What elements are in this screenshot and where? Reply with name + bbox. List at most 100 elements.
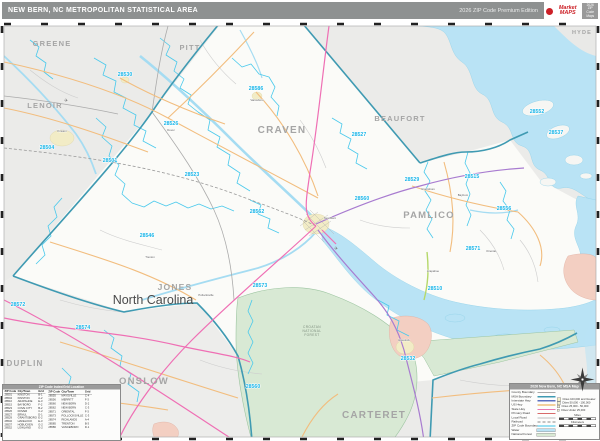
zip-code-label: 28552: [530, 109, 545, 115]
zip-code-label: 28510: [428, 286, 443, 292]
island-layer-shape: [564, 154, 584, 166]
legend-item-label: Railroad: [511, 420, 523, 424]
county-label-beaufort: BEAUFORT: [374, 114, 425, 123]
county-label-hyde: HYDE: [572, 30, 592, 36]
legend-items: County Boundary MSA Boundary Interstate Hw…: [510, 390, 557, 438]
zip-code-label: 28586: [249, 86, 264, 92]
zip-index-cell: POLLOCKSVILLE: [61, 414, 84, 418]
forest-label-line3: FOREST: [304, 333, 319, 337]
zip-code-label: 28501: [103, 158, 118, 164]
legend-right-column: Cities 100,000 and Greater Cities 50,000 …: [557, 390, 599, 438]
zip-code-label: 28546: [140, 233, 155, 239]
zip-index-cell: LOWLAND: [17, 426, 31, 430]
zip-index-row: 28552 LOWLAND G-2: [5, 427, 46, 430]
zip-index-table-left: ZIP Code City/Town Grid 28501 KINSTON B-1 2850…: [4, 390, 46, 430]
city-class-label: Cities 25,000 - 50,000: [561, 405, 589, 409]
county-label-lenoir: LENOIR: [27, 101, 63, 110]
legend-item-label: Interstate Hwy: [511, 399, 531, 403]
zip-index-row: 28573 POLLOCKSVILLE C-3: [48, 414, 92, 418]
legend-item-swatch: [537, 400, 556, 402]
county-label-jones: JONES: [158, 282, 193, 292]
legend-item-label: National Forest: [511, 433, 532, 437]
zip-index-row: 28586 VANCEBORO D-1: [48, 426, 92, 430]
zip-index-cell: G-2: [38, 426, 43, 430]
zip-code-label: 28573: [253, 283, 268, 289]
town-label: Trenton: [145, 255, 155, 259]
zip-code-label: 28504: [40, 145, 55, 151]
zip-index-table-right: ZIP Code City/Town Grid 28555 MAYSVILLE C-4 28…: [48, 390, 92, 430]
city-class-label: Cities Under 25,000: [561, 408, 586, 412]
town-label: Vanceboro: [250, 98, 264, 102]
island-layer-shape: [539, 177, 557, 187]
edition-label: 2026 ZIP Code Premium Edition: [459, 7, 538, 14]
map-canvas: ✈ ✈ North Carolina CROATAN NATIONAL FORE…: [0, 22, 600, 441]
map-title: NEW BERN, NC METROPOLITAN STATISTICAL AR…: [8, 7, 198, 14]
compass-rose: [569, 366, 596, 393]
zip-code-label: 28526: [164, 121, 179, 127]
legend-item-label: Water: [511, 428, 520, 432]
legend-item-label: Local Road: [511, 416, 527, 420]
legend-item: National Forest: [511, 432, 556, 437]
town-label: New Bern: [324, 216, 337, 220]
city-classes: Cities 100,000 and Greater Cities 50,000 …: [557, 397, 598, 413]
zip-code-label: 28556: [497, 206, 512, 212]
publisher-logo: Market MAPS 2026 ZIP Code Maps: [545, 1, 599, 21]
zip-code-label: 28560: [246, 384, 261, 390]
scale-km-bar: [559, 424, 596, 427]
county-label-onslow: ONSLOW: [119, 376, 169, 387]
compass-rose-icon: [570, 367, 595, 392]
zip-index-cell: VANCEBORO: [61, 426, 79, 430]
zip-code-label: 28530: [118, 72, 133, 78]
zip-index-cell: D-1: [84, 426, 90, 430]
city-class-symbol: [557, 409, 560, 412]
zip-code-label: 28532: [401, 356, 416, 362]
town-label: Pollocksville: [198, 293, 214, 297]
town-label: Havelock: [398, 338, 410, 342]
legend-item-swatch: [537, 413, 556, 415]
page: { "header": { "title": "NEW BERN, NC MET…: [0, 0, 600, 441]
zip-code-label: 28529: [405, 177, 420, 183]
zip-code-label: 28527: [352, 132, 367, 138]
county-label-pitt: PITT: [179, 43, 200, 52]
town-label: Arapahoe: [427, 269, 440, 273]
legend-item-swatch: [537, 425, 556, 427]
legend-item-label: MSA Boundary: [511, 395, 532, 399]
zip-index-cell: 28586: [48, 426, 56, 430]
header: NEW BERN, NC METROPOLITAN STATISTICAL AR…: [0, 0, 600, 22]
legend-item-swatch: [537, 408, 556, 410]
scale-bars: Miles Kilometers: [557, 414, 598, 427]
zip-index-columns: ZIP Code City/Town Grid 28501 KINSTON B-1 2850…: [3, 390, 120, 431]
zip-code-label: 28571: [466, 246, 481, 252]
scale-miles-bar: [559, 417, 596, 420]
legend-columns: County Boundary MSA Boundary Interstate Hw…: [510, 390, 599, 438]
city-class-row: Cities Under 25,000: [557, 409, 598, 413]
zip-code-label: 28560: [355, 196, 370, 202]
zip-code-label: 28562: [250, 209, 265, 215]
zip-index-row: 28571 ORIENTAL F-3: [48, 410, 92, 414]
legend-item-label: State Hwy: [511, 407, 526, 411]
city-class-label: Cities 100,000 and Greater: [562, 397, 596, 401]
county-label-greene: GREENE: [33, 39, 72, 48]
town-label: Kinston: [57, 129, 67, 133]
town-label: Oriental: [486, 249, 496, 253]
logo-mark-icon: [546, 7, 553, 15]
airport-icon-shape: ✈: [64, 98, 68, 104]
state-label: North Carolina: [113, 293, 194, 307]
legend-item-swatch: [536, 432, 556, 437]
zip-code-label: 28537: [549, 130, 564, 136]
zip-code-label: 28574: [76, 325, 91, 331]
legend-item-swatch: [537, 392, 556, 394]
legend-item-label: County Boundary: [511, 391, 535, 395]
legend-item-label: ZIP Code Boundary: [511, 424, 538, 428]
zip-code-label: 28523: [185, 172, 200, 178]
town-label: Grantsboro: [421, 187, 435, 191]
county-label-carteret: CARTERET: [342, 410, 406, 421]
county-label-duplin: DUPLIN: [7, 359, 44, 368]
city-class-symbol: [557, 405, 560, 409]
county-label-craven: CRAVEN: [258, 125, 307, 136]
zip-index-row: 28574 RICHLANDS A-4: [48, 418, 92, 422]
water-layer-shape: [444, 313, 466, 323]
county-label-pamlico: PAMLICO: [403, 210, 455, 221]
island-layer-shape: [579, 172, 593, 180]
zip-index-col-header: ZIP Code: [48, 390, 62, 395]
